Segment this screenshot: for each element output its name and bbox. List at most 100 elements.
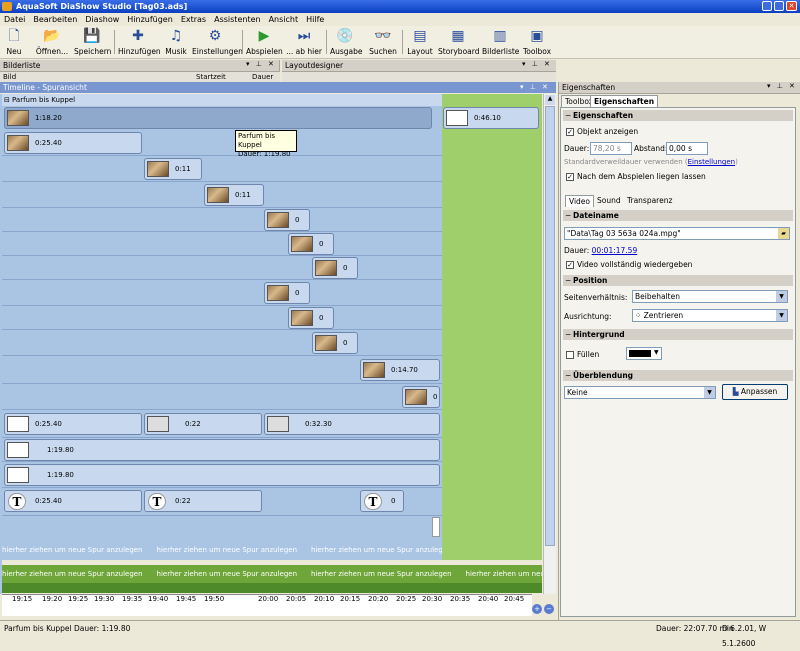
folder-open-icon: 📂 [43,28,61,44]
clip[interactable]: 0:11 [204,184,264,206]
music-button[interactable]: ♫ Musik [164,27,188,58]
drag-hint-row[interactable]: hierher ziehen um neue Spur anzulegen hie… [2,541,442,559]
clip-video[interactable]: 1:18.20 [4,107,432,129]
properties-pane-controls[interactable]: ▾ ⊥ ✕ [767,82,797,90]
storyboard-button[interactable]: ▦ Storyboard [438,27,479,58]
seitenverhaeltnis-select[interactable]: Beibehalten ▼ [632,290,788,303]
pane-controls[interactable]: ▾ ⊥ ✕ [246,60,276,68]
einstellungen-link[interactable]: Einstellungen [688,158,735,166]
video-dauer-link[interactable]: 00:01:17.59 [592,246,638,255]
fuellen-checkbox[interactable]: Füllen [566,350,599,359]
color-picker[interactable]: ▼ [626,347,662,360]
drag-hint-a3: hierher ziehen um neue Spur anzulegen [311,570,452,578]
menu-bearbeiten[interactable]: Bearbeiten [29,13,81,26]
ueberblendung-select[interactable]: Keine ▼ [564,386,716,399]
text-clip[interactable]: T0 [360,490,404,512]
menu-diashow[interactable]: Diashow [81,13,123,26]
time-ruler[interactable]: 19:15 19:20 19:25 19:30 19:35 19:40 19:45 19:50… [2,594,532,616]
new-button[interactable]: 🗋 Neu [4,27,24,58]
play-button[interactable]: ▶ Abspielen [246,27,283,58]
close-button[interactable]: ✕ [786,1,797,11]
clip[interactable]: 0 [312,257,358,279]
menu-hinzufuegen[interactable]: Hinzufügen [123,13,177,26]
col-startzeit[interactable]: Startzeit [196,72,226,82]
collapse-icon[interactable]: ⊟ [4,94,10,106]
text-clip[interactable]: T 0:22 [144,490,262,512]
clip[interactable]: 0 [312,332,358,354]
clip[interactable]: 0 [288,307,334,329]
clip[interactable]: 0 [264,209,310,231]
col-dauer[interactable]: Dauer [252,72,273,82]
menu-ansicht[interactable]: Ansicht [265,13,303,26]
objekt-anzeigen-checkbox[interactable]: ✓ Objekt anzeigen [566,127,638,136]
standard-hint: Standardverweildauer verwenden (Einstell… [564,158,738,166]
timeline-pane-controls[interactable]: ▾ ⊥ ✕ [520,82,550,93]
new-document-icon: 🗋 [8,28,20,44]
maximize-button[interactable] [774,1,784,11]
image-list-button[interactable]: ▥ Bilderliste [482,27,519,58]
section-dateiname[interactable]: Dateiname [563,210,793,221]
adjust-icon: ▙ [732,387,741,396]
output-button[interactable]: 💿 Ausgabe [330,27,363,58]
section-hintergrund[interactable]: Hintergrund [563,329,793,340]
clip[interactable]: 0:25.40 [4,132,142,154]
section-ueberblendung[interactable]: Überblendung [563,370,793,381]
clip[interactable]: 0:11 [144,158,202,180]
abstand-field[interactable]: 0,00 s [666,142,708,155]
clip-thumbnail [315,335,337,351]
toolbox-button[interactable]: ▣ Toolbox [522,27,552,58]
clip[interactable]: 1:19.80 [4,464,440,486]
drag-hint-1: hierher ziehen um neue Spur anzulegen [2,546,143,554]
dauer-field[interactable]: 78,20 s [590,142,632,155]
menu-datei[interactable]: Datei [0,13,29,26]
save-button[interactable]: 💾 Speichern [74,27,111,58]
clip-thumbnail [267,416,289,432]
liegen-lassen-checkbox[interactable]: ✓ Nach dem Abspielen liegen lassen [566,172,706,181]
text-clip[interactable]: T 0:25.40 [4,490,142,512]
drag-hint-a4: hierher ziehen um neue Spur anzulegen [465,570,542,578]
menu-assistenten[interactable]: Assistenten [210,13,264,26]
group-header[interactable]: ⊟ Parfum bis Kuppel [2,94,442,106]
add-button[interactable]: ✚ Hinzufügen [118,27,161,58]
tab-sound[interactable]: Sound [594,195,624,207]
clip[interactable]: 0 [402,386,440,408]
zoom-out-icon[interactable]: − [544,604,554,614]
tab-video[interactable]: Video [565,195,595,207]
dateiname-field[interactable]: "Data\Tag 03 563a 024a.mpg" ▰ [564,227,790,240]
folder-icon[interactable]: ▰ [778,228,789,239]
timeline-vscroll[interactable]: ▲ [543,94,556,594]
layout-button[interactable]: ▤ Layout [406,27,434,58]
ausrichtung-select[interactable]: ⁘ Zentrieren ▼ [632,309,788,322]
menu-hilfe[interactable]: Hilfe [302,13,328,26]
zoom-in-icon[interactable]: + [532,604,542,614]
clip[interactable]: 0:32.30 [264,413,440,435]
anpassen-button[interactable]: ▙ Anpassen [722,384,788,400]
play-icon: ▶ [258,28,270,44]
play-from-here-button[interactable]: ⏭... ab hier [286,27,322,58]
tab-eigenschaften[interactable]: Eigenschaften [590,95,659,107]
open-button[interactable]: 📂 Öffnen... [34,27,70,58]
clip[interactable]: 0 [288,233,334,255]
tab-transparenz[interactable]: Transparenz [624,195,675,207]
clip[interactable]: 0:14.70 [360,359,440,381]
col-bild[interactable]: Bild [3,72,16,82]
drag-hint-row-audio[interactable]: hierher ziehen um neue Spur anzulegen hie… [2,565,542,583]
clip[interactable]: 1:19.80 [4,439,440,461]
scroll-thumb[interactable] [545,106,555,546]
lane-end-handle[interactable] [432,517,440,537]
settings-button[interactable]: ⚙ Einstellungen [192,27,243,58]
scroll-up-arrow-icon[interactable]: ▲ [545,95,555,105]
clip[interactable]: 0:22 [144,413,262,435]
layout-pane-controls[interactable]: ▾ ⊥ ✕ [522,60,552,68]
section-eigenschaften[interactable]: Eigenschaften [563,110,793,121]
video-vollstaendig-checkbox[interactable]: ✓ Video vollständig wiedergeben [566,260,692,269]
clip[interactable]: 0:25.40 [4,413,142,435]
status-bar: Parfum bis Kuppel Dauer: 1:19.80 Dauer: … [0,620,800,648]
clip-side[interactable]: 0:46.10 [443,107,539,129]
minimize-button[interactable] [762,1,772,11]
section-position[interactable]: Position [563,275,793,286]
chevron-down-icon: ▼ [776,310,787,321]
search-button[interactable]: 👓 Suchen [368,27,398,58]
menu-extras[interactable]: Extras [177,13,210,26]
clip[interactable]: 0 [264,282,310,304]
